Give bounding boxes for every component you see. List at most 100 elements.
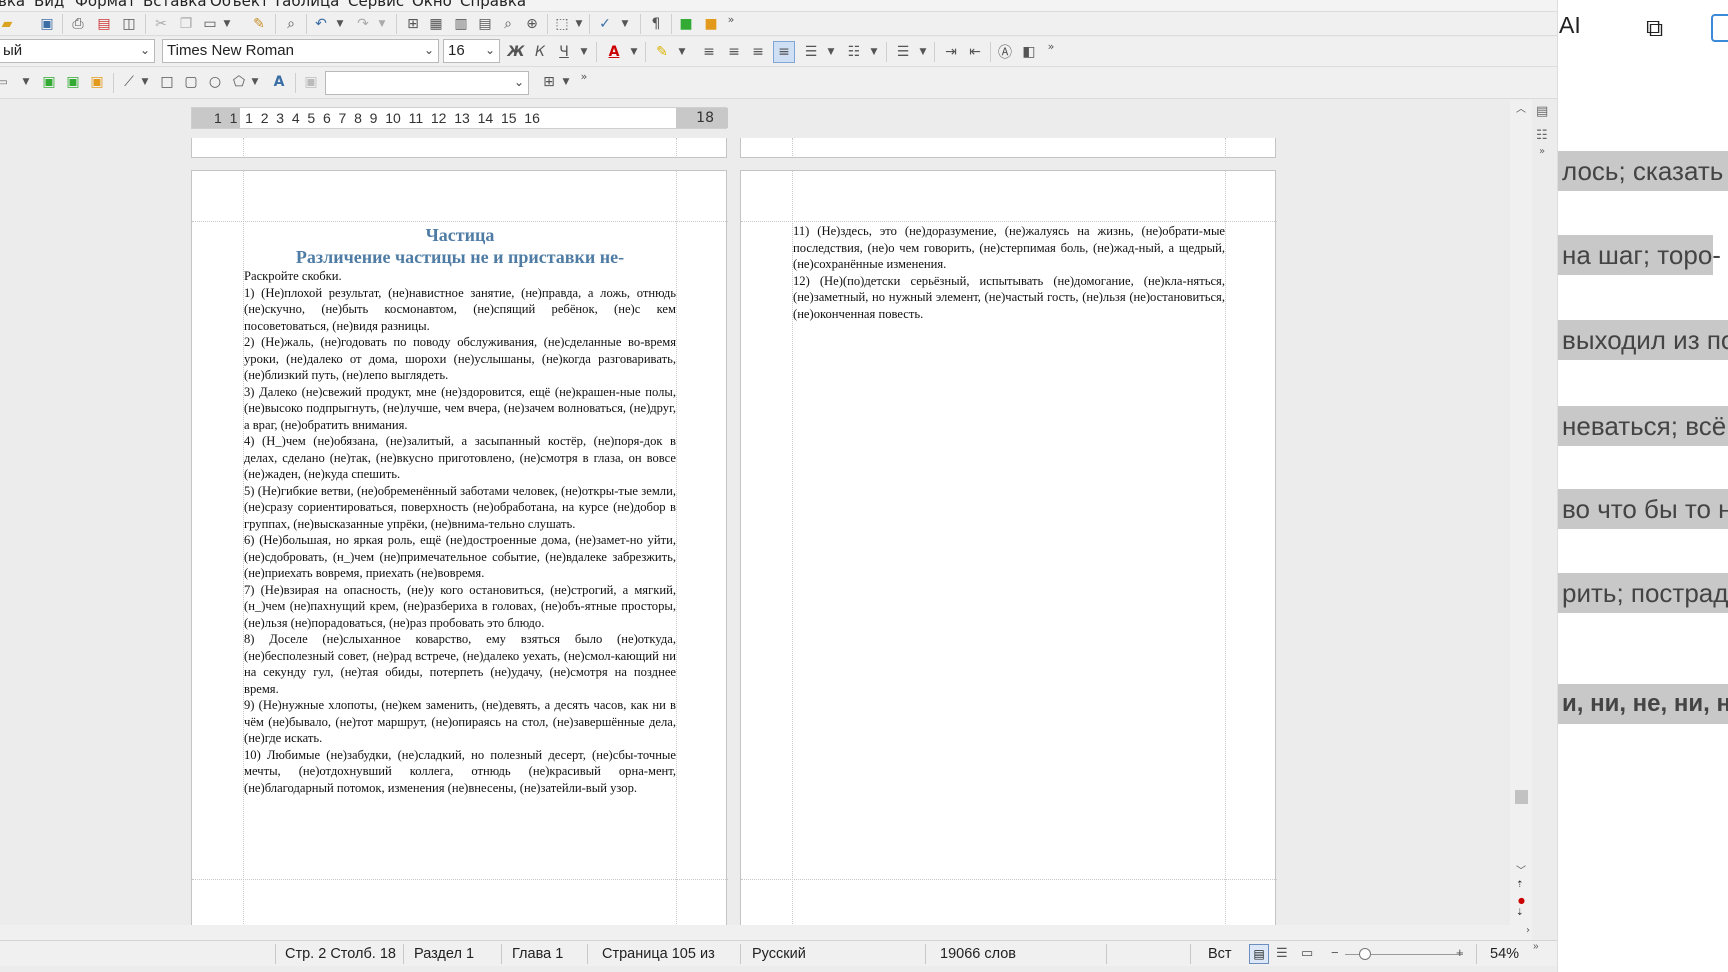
status-overflow-icon[interactable]: » (1533, 941, 1539, 952)
insert-special-dropdown-icon[interactable]: ▼ (573, 13, 585, 35)
align-center-icon[interactable]: ≡ (723, 41, 745, 63)
scroll-right-icon[interactable]: › (1526, 925, 1530, 936)
menu-object[interactable]: Объект (210, 0, 269, 10)
font-color-icon[interactable]: A (603, 41, 625, 63)
insert-special-icon[interactable]: ⬚ (551, 13, 573, 35)
bullets-dropdown-icon[interactable]: ▼ (825, 41, 837, 63)
numbering-icon[interactable]: ☷ (843, 41, 865, 63)
zoom-in-icon[interactable]: + (1456, 945, 1464, 960)
outline-dropdown-icon[interactable]: ▼ (917, 41, 929, 63)
feedback-icon[interactable]: ⧉ (1646, 14, 1663, 42)
paragraph-style-select[interactable]: ый ⌄ (0, 39, 155, 63)
menu-view[interactable]: Вид (34, 0, 64, 10)
navigate-by-icon[interactable]: ● (1518, 896, 1525, 905)
next-page-icon[interactable]: ⇣ (1516, 908, 1524, 918)
underline-dropdown-icon[interactable]: ▼ (578, 41, 590, 63)
highlight-icon[interactable]: ✎ (651, 41, 673, 63)
align-left-icon[interactable]: ≡ (698, 41, 720, 63)
undo-dropdown-icon[interactable]: ▼ (334, 13, 346, 35)
underline-button[interactable]: Ч (553, 41, 575, 63)
line-icon[interactable]: ⟋ (118, 71, 140, 93)
highlight-dropdown-icon[interactable]: ▼ (676, 41, 688, 63)
page-left[interactable]: Частица Различение частицы не и приставк… (191, 170, 728, 946)
numbering-dropdown-icon[interactable]: ▼ (868, 41, 880, 63)
align-right-icon[interactable]: ≡ (747, 41, 769, 63)
increase-indent-icon[interactable]: ⇥ (940, 41, 962, 63)
character-icon[interactable]: Ⓐ (994, 41, 1016, 63)
menu-format[interactable]: Формат (75, 0, 136, 10)
multi-page-view-icon[interactable]: ☰ (1276, 945, 1288, 961)
frame-chart-icon[interactable]: ▣ (62, 71, 84, 93)
status-word-count[interactable]: 19066 слов (940, 946, 1016, 962)
scroll-up-icon[interactable]: ︿ (1516, 100, 1526, 115)
ai-button[interactable]: AI (1559, 12, 1581, 39)
font-color-dropdown-icon[interactable]: ▼ (628, 41, 640, 63)
spellcheck-dropdown-icon[interactable]: ▼ (619, 13, 631, 35)
menu-edit[interactable]: вка (0, 0, 25, 10)
ole-icon[interactable]: ▭ (0, 71, 14, 93)
redo-icon[interactable]: ↷ (352, 13, 374, 35)
menu-window[interactable]: Окно (412, 0, 452, 10)
undo-icon[interactable]: ↶ (310, 13, 332, 35)
vertical-scrollbar[interactable]: ︿ ﹀ ⇡ ● ⇣ (1510, 100, 1532, 940)
menu-insert[interactable]: Вставка (143, 0, 207, 10)
app-icon[interactable] (1711, 14, 1728, 42)
font-name-select[interactable]: Times New Roman ⌄ (162, 39, 439, 63)
status-zoom-level[interactable]: 54% (1490, 946, 1519, 962)
outline-icon[interactable]: ☰ (892, 41, 914, 63)
table-borders-icon[interactable]: ⊞ (538, 71, 560, 93)
shapes-icon[interactable]: ⬠ (228, 71, 250, 93)
print-icon[interactable]: ⎙ (67, 13, 89, 35)
frame-orange-icon[interactable]: ▣ (86, 71, 108, 93)
navigator-icon[interactable]: ⊕ (521, 13, 543, 35)
cut-icon[interactable]: ✂ (150, 13, 172, 35)
bold-button[interactable]: Ж (505, 41, 527, 63)
find-replace-icon[interactable]: ⌕ (280, 13, 302, 35)
formatting-marks-icon[interactable]: ¶ (645, 13, 667, 35)
zoom-slider-handle[interactable] (1359, 948, 1371, 960)
insert-image-icon[interactable]: ▦ (425, 13, 447, 35)
single-page-view-icon[interactable]: ▤ (1249, 944, 1269, 964)
menu-help[interactable]: Справка (460, 0, 526, 10)
spellcheck-icon[interactable]: ✓ (594, 13, 616, 35)
copy-icon[interactable]: ❐ (175, 13, 197, 35)
ole-dropdown-icon[interactable]: ▼ (20, 71, 32, 93)
styles-icon[interactable]: ☷ (1536, 128, 1548, 143)
status-page-count[interactable]: Страница 105 из (602, 946, 715, 962)
open-icon[interactable]: ▰ (0, 13, 18, 35)
status-page-column[interactable]: Стр. 2 Столб. 18 (285, 946, 396, 962)
scroll-down-icon[interactable]: ﹀ (1516, 862, 1526, 877)
shapes-dropdown-icon[interactable]: ▼ (249, 71, 261, 93)
zoom-out-icon[interactable]: − (1331, 945, 1339, 960)
status-insert-mode[interactable]: Вст (1208, 946, 1232, 962)
extension-p-icon[interactable]: ■ (675, 13, 697, 35)
properties-icon[interactable]: ▤ (1536, 104, 1548, 119)
table-borders-dropdown-icon[interactable]: ▼ (560, 71, 572, 93)
paragraph-icon[interactable]: ◧ (1018, 41, 1040, 63)
horizontal-scrollbar[interactable]: › (0, 925, 1532, 940)
ellipse-icon[interactable]: ○ (204, 71, 226, 93)
sidebar-more-icon[interactable]: » (1539, 146, 1545, 157)
fontwork-icon[interactable]: A (268, 71, 290, 93)
print-preview-icon[interactable]: ◫ (118, 13, 140, 35)
rectangle-icon[interactable]: □ (156, 71, 178, 93)
extension-s-icon[interactable]: ■ (700, 13, 722, 35)
paste-dropdown-icon[interactable]: ▼ (221, 13, 233, 35)
font-size-select[interactable]: 16 ⌄ (443, 39, 500, 63)
paste-icon[interactable]: ▭ (199, 13, 221, 35)
justify-icon[interactable]: ≡ (773, 41, 795, 63)
insert-textbox-icon[interactable]: ▤ (474, 13, 496, 35)
overflow-icon[interactable]: » (720, 8, 742, 30)
document-area[interactable]: Частица Различение частицы не и приставк… (0, 100, 1510, 946)
save-icon[interactable]: ▣ (36, 13, 58, 35)
overflow-icon[interactable]: » (1040, 35, 1062, 57)
zoom-icon[interactable]: ⌕ (497, 13, 519, 35)
previous-page-icon[interactable]: ⇡ (1516, 880, 1524, 890)
overflow-icon[interactable]: » (573, 65, 595, 87)
bullets-icon[interactable]: ☰ (800, 41, 822, 63)
book-view-icon[interactable]: ▭ (1301, 945, 1313, 961)
rounded-rect-icon[interactable]: ▢ (180, 71, 202, 93)
insert-table-icon[interactable]: ⊞ (402, 13, 424, 35)
italic-button[interactable]: К (529, 41, 551, 63)
decrease-indent-icon[interactable]: ⇤ (964, 41, 986, 63)
